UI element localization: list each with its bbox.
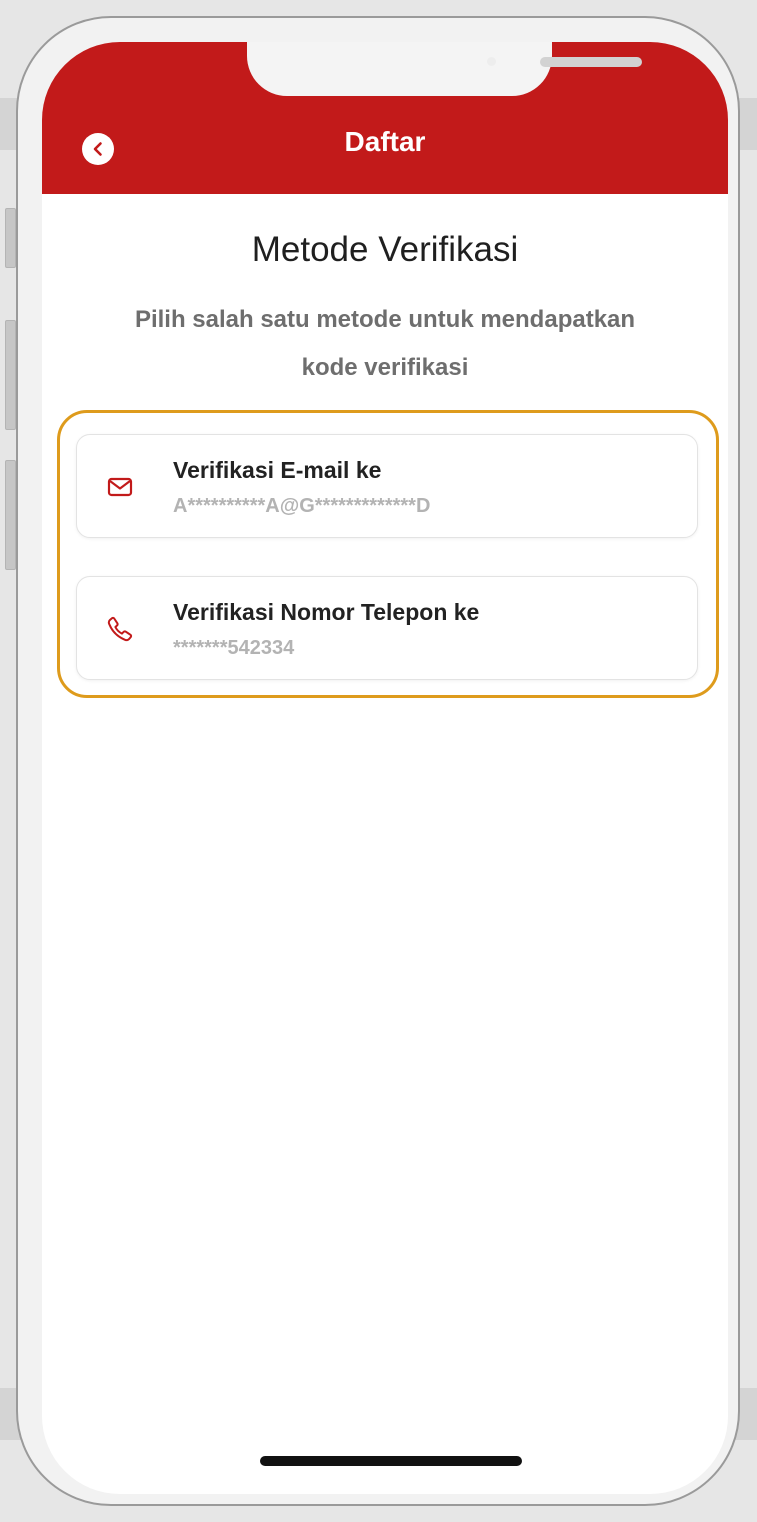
subtitle-line-2: kode verifikasi: [301, 354, 469, 381]
subtitle-line-1: Pilih salah satu metode untuk mendapatka…: [134, 306, 636, 333]
phone-side-button-volume-down: [5, 460, 16, 570]
phone-icon: [107, 616, 133, 642]
verify-phone-option[interactable]: Verifikasi Nomor Telepon ke *******54233…: [76, 576, 698, 680]
email-option-value: A**********A@G*************D: [173, 495, 431, 517]
home-indicator[interactable]: [260, 1456, 522, 1466]
mail-icon: [107, 477, 133, 497]
camera-dot: [487, 57, 496, 66]
page-subtitle: Pilih salah satu metode untuk mendapatka…: [92, 296, 678, 392]
speaker-grille: [540, 57, 642, 67]
email-option-title: Verifikasi E-mail ke: [173, 457, 382, 483]
phone-side-button-volume-up: [5, 320, 16, 430]
header-title: Daftar: [344, 126, 426, 157]
verify-email-option[interactable]: Verifikasi E-mail ke A**********A@G*****…: [76, 434, 698, 538]
phone-notch: [247, 42, 642, 96]
phone-side-button-silent: [5, 208, 16, 268]
page-title: Metode Verifikasi: [251, 230, 519, 269]
phone-option-value: *******542334: [173, 637, 295, 659]
phone-option-title: Verifikasi Nomor Telepon ke: [173, 599, 480, 625]
app-header: Daftar: [42, 42, 728, 194]
app-screen: Daftar Metode Verifikasi Pilih salah sat…: [42, 42, 728, 1494]
